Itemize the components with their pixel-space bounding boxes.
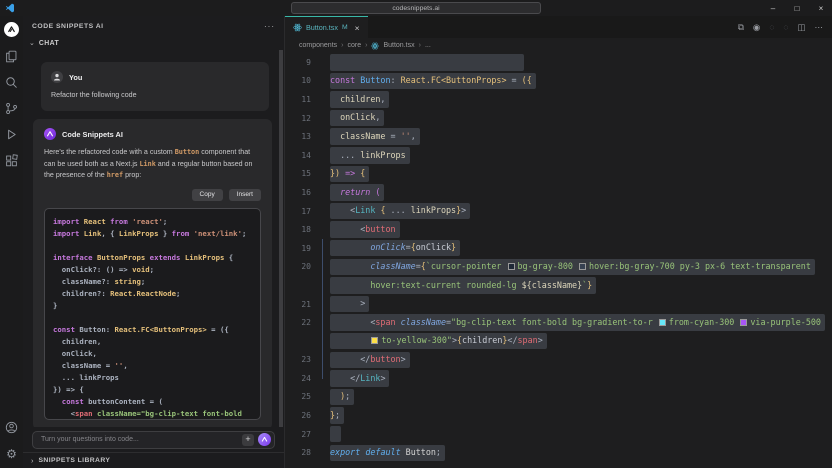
sidebar-item-search[interactable] xyxy=(5,76,18,89)
editor-actions: ⧉ ◉ ◌ ◌ ◫ ⋯ xyxy=(738,16,832,38)
code-editor[interactable]: 910const Button: React.FC<ButtonProps> =… xyxy=(285,53,832,468)
panel-header: CODE SNIPPETS AI ··· xyxy=(23,16,284,36)
vscode-window: codesnippets.ai – □ × xyxy=(0,0,832,468)
code-snippets-ai-icon xyxy=(45,129,55,139)
sidebar-item-source-control[interactable] xyxy=(5,102,18,115)
settings-button[interactable]: ⚙ xyxy=(5,447,18,460)
snippets-library-section[interactable]: › SNIPPETS LIBRARY xyxy=(23,452,284,468)
window-controls: – □ × xyxy=(768,0,826,16)
panel-more-actions-icon[interactable]: ··· xyxy=(264,22,275,31)
sidebar-item-extensions[interactable] xyxy=(5,154,18,167)
color-swatch-icon xyxy=(508,263,515,270)
account-icon xyxy=(5,421,18,434)
minimize-button[interactable]: – xyxy=(768,4,778,13)
breadcrumb-item[interactable]: ... xyxy=(425,42,431,49)
user-avatar xyxy=(51,71,63,83)
nav-forward-icon[interactable]: ◌ xyxy=(783,23,788,32)
insert-button[interactable]: Insert xyxy=(229,189,261,201)
breadcrumb[interactable]: components › core › Button.tsx › ... xyxy=(285,38,832,53)
editor-group: Button.tsx M × ⧉ ◉ ◌ ◌ ◫ ⋯ components › core … xyxy=(285,16,832,468)
person-icon xyxy=(52,72,62,82)
chevron-right-icon: › xyxy=(419,42,421,49)
sidebar-item-code-snippets-ai[interactable] xyxy=(4,22,19,37)
files-icon xyxy=(5,50,18,63)
vscode-logo-icon xyxy=(5,3,15,13)
ai-message: Code Snippets AI Here's the refactored c… xyxy=(33,119,272,428)
copy-button[interactable]: Copy xyxy=(192,189,223,201)
more-actions-icon[interactable]: ⋯ xyxy=(815,23,824,32)
user-message: You Refactor the following code xyxy=(41,62,269,111)
command-center-search[interactable]: codesnippets.ai xyxy=(291,2,541,14)
tab-bar: Button.tsx M × ⧉ ◉ ◌ ◌ ◫ ⋯ xyxy=(285,16,832,38)
react-icon xyxy=(293,23,302,32)
tab-filename: Button.tsx xyxy=(306,23,338,32)
color-swatch-icon xyxy=(740,319,747,326)
add-context-button[interactable]: + xyxy=(242,434,254,446)
color-swatch-icon xyxy=(371,337,378,344)
panel-title: CODE SNIPPETS AI xyxy=(32,23,264,30)
message-author: You xyxy=(69,73,82,82)
chevron-right-icon: › xyxy=(365,42,367,49)
snippets-library-label: SNIPPETS LIBRARY xyxy=(39,457,111,464)
chat-code-block: import React from 'react';import Link, {… xyxy=(44,208,261,420)
toggle-preview-icon[interactable]: ◉ xyxy=(753,23,760,32)
send-button[interactable] xyxy=(258,433,271,446)
chat-input-row: Turn your questions into code... + xyxy=(23,427,284,452)
sidebar-item-run-debug[interactable] xyxy=(5,128,18,141)
message-author: Code Snippets AI xyxy=(62,130,123,139)
color-swatch-icon xyxy=(659,319,666,326)
code-rows: 910const Button: React.FC<ButtonProps> =… xyxy=(285,53,832,462)
react-icon xyxy=(371,42,379,50)
open-changes-icon[interactable]: ⧉ xyxy=(738,23,744,32)
indent-guide xyxy=(322,239,323,379)
extensions-icon xyxy=(5,154,18,167)
modified-badge: M xyxy=(342,24,348,31)
run-debug-icon xyxy=(5,128,18,141)
code-snippets-ai-icon xyxy=(6,24,17,35)
sidebar-item-explorer[interactable] xyxy=(5,50,18,63)
code-snippets-ai-panel: CODE SNIPPETS AI ··· ⌄ CHAT You R xyxy=(23,16,285,468)
search-icon xyxy=(5,76,18,89)
chevron-down-icon: ⌄ xyxy=(29,39,35,47)
breadcrumb-item[interactable]: core xyxy=(347,42,361,49)
maximize-button[interactable]: □ xyxy=(792,4,802,13)
source-control-icon xyxy=(5,102,18,115)
tab-close-icon[interactable]: × xyxy=(355,23,360,33)
activity-bar: ⚙ xyxy=(0,16,23,468)
chat-scrollbar[interactable] xyxy=(279,50,283,427)
nav-back-icon[interactable]: ◌ xyxy=(769,23,774,32)
chat-section-label: CHAT xyxy=(39,40,59,47)
color-swatch-icon xyxy=(579,263,586,270)
ai-intro: Here's the refactored code with a custom… xyxy=(44,147,261,181)
chat-input-placeholder: Turn your questions into code... xyxy=(41,436,242,443)
ai-avatar xyxy=(44,128,56,140)
breadcrumb-item[interactable]: components xyxy=(299,42,337,49)
chat-message-list: You Refactor the following code Code Sni… xyxy=(23,50,284,428)
message-text: Refactor the following code xyxy=(51,90,259,101)
chat-section-header[interactable]: ⌄ CHAT xyxy=(23,36,284,50)
chevron-right-icon: › xyxy=(31,456,34,465)
chevron-right-icon: › xyxy=(341,42,343,49)
tab-button-tsx[interactable]: Button.tsx M × xyxy=(285,16,368,38)
close-button[interactable]: × xyxy=(816,4,826,13)
gear-icon: ⚙ xyxy=(6,448,17,460)
breadcrumb-item[interactable]: Button.tsx xyxy=(383,42,414,49)
split-editor-icon[interactable]: ◫ xyxy=(797,23,805,32)
code-snippets-ai-icon xyxy=(260,435,269,444)
account-button[interactable] xyxy=(5,421,18,434)
title-bar: codesnippets.ai – □ × xyxy=(0,0,832,16)
chat-input[interactable]: Turn your questions into code... + xyxy=(32,431,275,449)
